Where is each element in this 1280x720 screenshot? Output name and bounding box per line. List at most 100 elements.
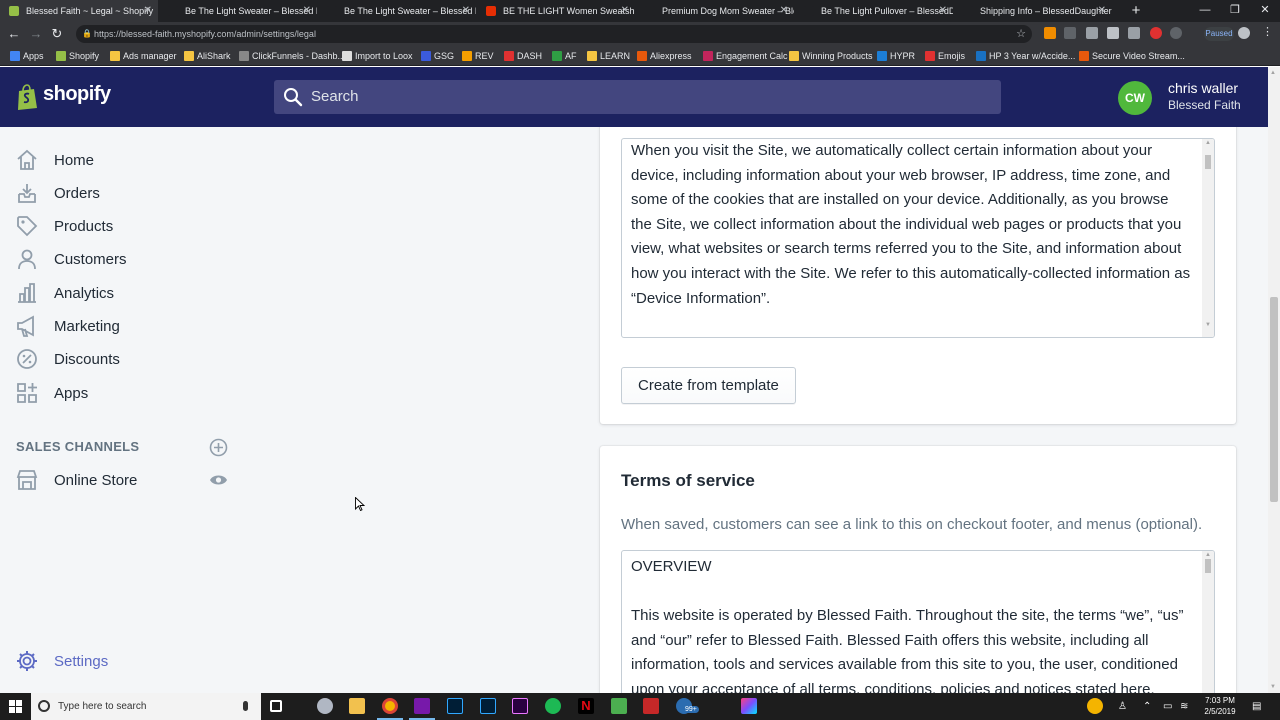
onenote-icon[interactable] (414, 698, 430, 714)
scroll-down-arrow-icon[interactable]: ▼ (1270, 684, 1276, 690)
profile-avatar-icon[interactable] (1238, 27, 1250, 39)
forward-arrow-icon[interactable]: → (26, 22, 46, 46)
close-icon[interactable]: ✕ (780, 0, 788, 22)
taskbar-search-input[interactable]: Type here to search (31, 693, 261, 720)
restore-button[interactable]: ❐ (1220, 0, 1250, 22)
browser-tab[interactable]: Be The Light Sweater – Blessed Faith ✕ (318, 0, 476, 22)
netflix-icon[interactable]: N (578, 698, 594, 714)
privacy-policy-textarea[interactable]: When you visit the Site, we automaticall… (621, 138, 1215, 338)
sidebar-item-settings[interactable]: Settings (0, 645, 250, 678)
store-name[interactable]: Blessed Faith (1168, 98, 1241, 112)
close-icon[interactable]: ✕ (303, 0, 311, 22)
textarea-scrollbar[interactable]: ▲ (1202, 551, 1214, 693)
extension-icon[interactable] (1107, 27, 1119, 39)
minimize-button[interactable]: — (1190, 0, 1220, 22)
browser-tab[interactable]: Be The Light Pullover – BlessedDaughter … (795, 0, 953, 22)
sidebar-item-home[interactable]: Home (0, 144, 250, 177)
scroll-up-arrow-icon[interactable]: ▲ (1205, 140, 1211, 146)
sidebar-item-discounts[interactable]: Discounts (0, 343, 250, 376)
bookmark-item[interactable]: Apps (10, 46, 44, 66)
file-explorer-icon[interactable] (349, 698, 365, 714)
bookmark-item[interactable]: GSG (421, 46, 454, 66)
app-icon[interactable] (611, 698, 627, 714)
user-name[interactable]: chris waller (1168, 80, 1238, 96)
scroll-down-arrow-icon[interactable]: ▼ (1205, 322, 1211, 328)
profile-paused-badge[interactable]: Paused (1204, 27, 1234, 41)
sidebar-item-apps[interactable]: Apps (0, 377, 250, 410)
sidebar-item-orders[interactable]: Orders (0, 177, 250, 210)
app-icon[interactable] (741, 698, 757, 714)
textarea-scrollbar[interactable]: ▲ ▼ (1202, 139, 1214, 337)
sidebar-item-products[interactable]: Products (0, 210, 250, 243)
browser-tab[interactable]: Be The Light Sweater – Blessed Faith ✕ (159, 0, 317, 22)
window-close-button[interactable]: ✕ (1250, 0, 1280, 22)
extension-icon[interactable] (1150, 27, 1162, 39)
zoom-icon[interactable] (1064, 27, 1076, 39)
bookmark-item[interactable]: Winning Products (789, 46, 873, 66)
browser-tab[interactable]: BE THE LIGHT Women Sweatshirt ✕ (477, 0, 635, 22)
page-scrollbar[interactable]: ▲ ▼ (1268, 67, 1280, 693)
chrome-icon[interactable] (382, 698, 398, 714)
help-icon[interactable] (1087, 698, 1103, 714)
scrollbar-thumb[interactable] (1205, 559, 1211, 573)
view-store-eye-icon[interactable] (209, 473, 228, 487)
close-icon[interactable]: ✕ (1098, 0, 1106, 22)
bookmark-item[interactable]: Engagement Calc (703, 46, 788, 66)
action-center-icon[interactable]: ▤ (1252, 693, 1261, 720)
spotify-icon[interactable] (545, 698, 561, 714)
bookmark-item[interactable]: Shopify (56, 46, 99, 66)
bookmark-star-icon[interactable]: ☆ (1016, 25, 1026, 43)
new-tab-button[interactable]: + (1128, 0, 1144, 22)
browser-tab[interactable]: Premium Dog Mom Sweater – Blessed ✕ (636, 0, 794, 22)
people-icon[interactable]: ♙ (1118, 693, 1127, 720)
close-icon[interactable]: ✕ (144, 0, 152, 22)
sidebar-item-marketing[interactable]: Marketing (0, 310, 250, 343)
search-input[interactable]: Search (274, 80, 1001, 114)
bookmark-item[interactable]: REV (462, 46, 494, 66)
extension-icon[interactable] (1086, 27, 1098, 39)
menu-kebab-icon[interactable]: ⋮ (1262, 25, 1273, 38)
sidebar-item-customers[interactable]: Customers (0, 243, 250, 276)
app-icon[interactable] (317, 698, 333, 714)
scrollbar-thumb[interactable] (1205, 155, 1211, 169)
terms-of-service-textarea[interactable]: OVERVIEW This website is operated by Ble… (621, 550, 1215, 693)
lightroom-icon[interactable] (480, 698, 496, 714)
bookmark-item[interactable]: AliShark (184, 46, 231, 66)
bookmark-item[interactable]: Import to Loox (342, 46, 413, 66)
browser-tab-shopify-legal[interactable]: Blessed Faith ~ Legal ~ Shopify ✕ (0, 0, 158, 22)
battery-icon[interactable]: ▭ (1163, 693, 1172, 720)
extension-icon[interactable] (1128, 27, 1140, 39)
wifi-icon[interactable]: ≋ (1180, 693, 1188, 720)
browser-tab[interactable]: Shipping Info – BlessedDaughter ✕ (954, 0, 1112, 22)
bookmark-item[interactable]: Aliexpress (637, 46, 692, 66)
close-icon[interactable]: ✕ (621, 0, 629, 22)
chevron-up-icon[interactable]: ⌃ (1143, 693, 1151, 720)
add-sales-channel-icon[interactable] (209, 438, 228, 457)
back-arrow-icon[interactable]: ← (4, 22, 24, 46)
scroll-up-arrow-icon[interactable]: ▲ (1205, 552, 1211, 558)
task-view-icon[interactable] (270, 700, 282, 712)
windows-start-icon[interactable] (9, 700, 22, 713)
premiere-icon[interactable] (512, 698, 528, 714)
system-clock[interactable]: 7:03 PM 2/5/2019 (1197, 695, 1243, 717)
app-icon[interactable] (643, 698, 659, 714)
reload-icon[interactable]: ↻ (47, 22, 67, 46)
scroll-up-arrow-icon[interactable]: ▲ (1270, 70, 1276, 76)
logo-area[interactable]: shopify (0, 67, 250, 127)
bookmark-item[interactable]: DASH (504, 46, 542, 66)
bookmark-item[interactable]: Ads manager (110, 46, 177, 66)
extension-icon[interactable] (1170, 27, 1182, 39)
scrollbar-thumb[interactable] (1270, 297, 1278, 502)
photoshop-icon[interactable] (447, 698, 463, 714)
bookmark-item[interactable]: Emojis (925, 46, 965, 66)
create-from-template-button[interactable]: Create from template (621, 367, 796, 404)
avatar[interactable]: CW (1118, 81, 1152, 115)
bookmark-item[interactable]: ClickFunnels - Dashb... (239, 46, 345, 66)
address-bar[interactable]: 🔒 https://blessed-faith.myshopify.com/ad… (76, 25, 1032, 43)
sidebar-item-analytics[interactable]: Analytics (0, 277, 250, 310)
bookmark-item[interactable]: LEARN (587, 46, 630, 66)
close-icon[interactable]: ✕ (462, 0, 470, 22)
microphone-icon[interactable] (243, 701, 248, 711)
bookmark-item[interactable]: AF (552, 46, 577, 66)
bookmark-item[interactable]: HP 3 Year w/Accide... (976, 46, 1075, 66)
